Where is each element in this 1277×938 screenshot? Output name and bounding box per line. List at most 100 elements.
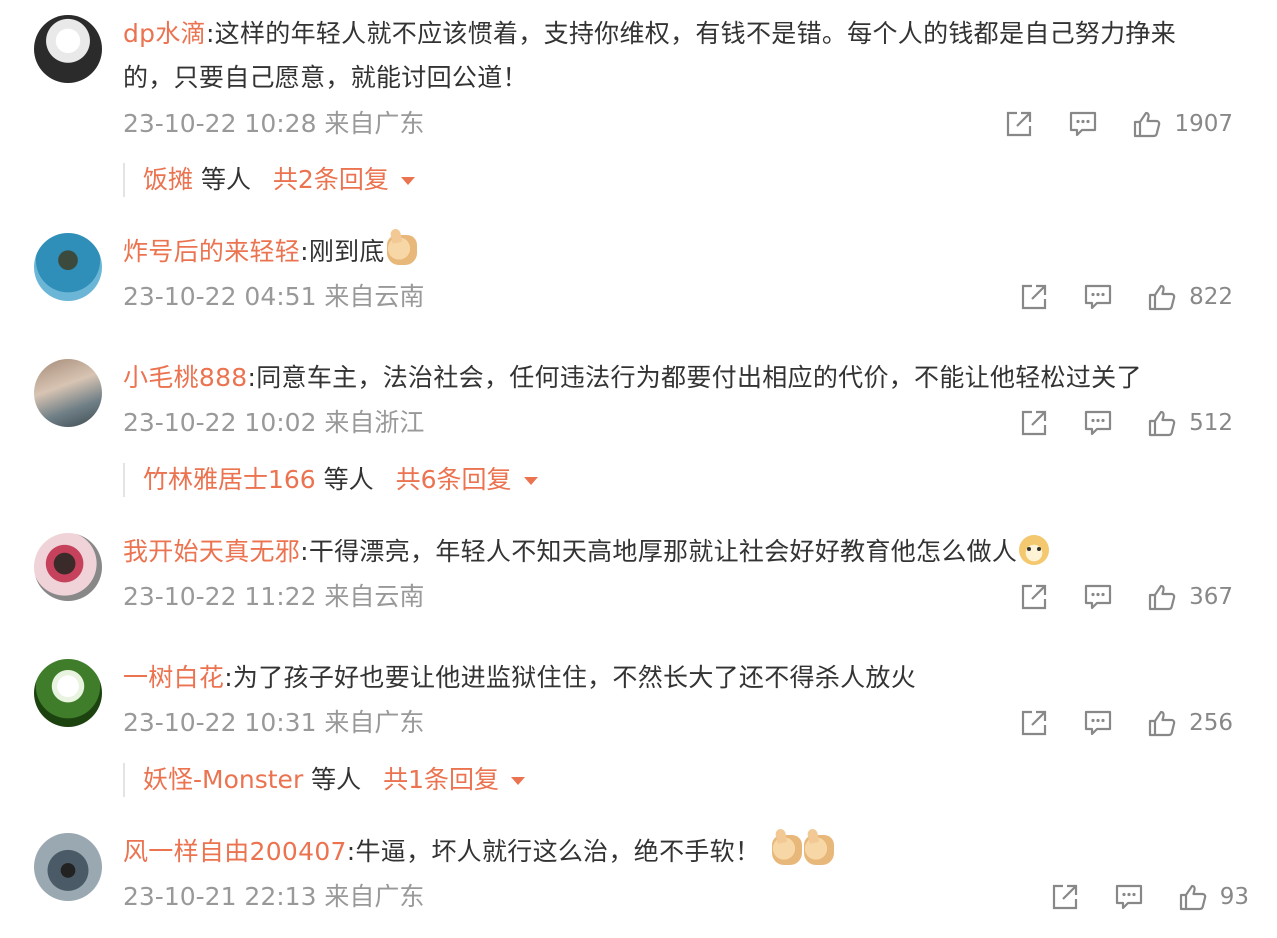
share-icon <box>1019 582 1049 612</box>
like-button[interactable]: 822 <box>1147 277 1233 317</box>
like-count: 822 <box>1189 284 1233 310</box>
share-button[interactable] <box>1019 708 1049 738</box>
comment-icon <box>1114 882 1144 912</box>
doge-emoji-icon <box>1019 535 1050 565</box>
comment-content: 我开始天真无邪:干得漂亮，年轻人不知天高地厚那就让社会好好教育他怎么做人 <box>123 530 1217 574</box>
comment-text: :刚到底 <box>300 237 385 266</box>
comment-icon <box>1083 408 1113 438</box>
like-icon <box>1132 109 1162 139</box>
reply-mid-text: 等人 <box>193 165 259 194</box>
share-button[interactable] <box>1019 582 1049 612</box>
reply-summary[interactable]: 饭摊 等人 共2条回复 <box>123 163 415 197</box>
comment-button[interactable] <box>1083 708 1113 738</box>
like-count: 1907 <box>1174 111 1233 137</box>
share-icon <box>1019 708 1049 738</box>
comment-time: 23-10-22 04:51 来自云南 <box>123 282 425 311</box>
like-count: 367 <box>1189 584 1233 610</box>
comment-username[interactable]: 炸号后的来轻轻 <box>123 237 300 266</box>
comment-time: 23-10-22 10:31 来自广东 <box>123 708 425 737</box>
comment-username[interactable]: 小毛桃888 <box>123 363 248 392</box>
like-count: 512 <box>1189 410 1233 436</box>
like-icon <box>1147 708 1177 738</box>
reply-mid-text: 等人 <box>303 765 370 794</box>
like-button[interactable]: 256 <box>1147 703 1233 743</box>
share-button[interactable] <box>1019 282 1049 312</box>
comment-content: dp水滴:这样的年轻人就不应该惯着，支持你维权，有钱不是错。每个人的钱都是自己努… <box>123 12 1217 100</box>
like-button[interactable]: 512 <box>1147 403 1233 443</box>
like-count: 93 <box>1219 884 1249 910</box>
comment-button[interactable] <box>1083 282 1113 312</box>
chevron-down-icon[interactable] <box>400 177 415 185</box>
like-icon <box>1178 882 1208 912</box>
comment-icon <box>1083 708 1113 738</box>
comment-time: 23-10-22 10:02 来自浙江 <box>123 408 425 437</box>
comment-text: :为了孩子好也要让他进监狱住住，不然长大了还不得杀人放火 <box>224 663 917 692</box>
comment-content: 风一样自由200407:牛逼，坏人就行这么治，绝不手软！ <box>123 830 1217 874</box>
comment-icon <box>1083 282 1113 312</box>
avatar[interactable] <box>34 659 102 727</box>
avatar[interactable] <box>34 233 102 301</box>
comment-icon <box>1083 582 1113 612</box>
share-icon <box>1019 282 1049 312</box>
comment-button[interactable] <box>1083 582 1113 612</box>
share-button[interactable] <box>1050 882 1080 912</box>
like-button[interactable]: 1907 <box>1132 104 1233 144</box>
thumbs-up-emoji-icon <box>386 235 417 265</box>
chevron-down-icon[interactable] <box>523 477 538 485</box>
comment-content: 一树白花:为了孩子好也要让他进监狱住住，不然长大了还不得杀人放火 <box>123 656 1217 700</box>
share-icon <box>1019 408 1049 438</box>
comment-meta: 23-10-21 22:13 来自广东 93 <box>123 877 1249 917</box>
like-count: 256 <box>1189 710 1233 736</box>
comment-button[interactable] <box>1083 408 1113 438</box>
comment-actions: 1907 <box>1004 104 1233 144</box>
comment-content: 炸号后的来轻轻:刚到底 <box>123 230 1217 274</box>
comment-meta: 23-10-22 11:22 来自云南 367 <box>123 577 1233 617</box>
comment-content: 小毛桃888:同意车主，法治社会，任何违法行为都要付出相应的代价，不能让他轻松过… <box>123 356 1217 400</box>
like-icon <box>1147 582 1177 612</box>
comment-actions: 256 <box>1019 703 1233 743</box>
comment-time: 23-10-21 22:13 来自广东 <box>123 882 425 911</box>
reply-summary[interactable]: 竹林雅居士166 等人 共6条回复 <box>123 463 538 497</box>
comment-time: 23-10-22 11:22 来自云南 <box>123 582 425 611</box>
reply-summary[interactable]: 妖怪-Monster 等人 共1条回复 <box>123 763 526 797</box>
share-button[interactable] <box>1019 408 1049 438</box>
comment-text: :干得漂亮，年轻人不知天高地厚那就让社会好好教育他怎么做人 <box>300 537 1018 566</box>
reply-total[interactable]: 共6条回复 <box>396 465 512 494</box>
comment-username[interactable]: 风一样自由200407 <box>123 837 347 866</box>
reply-username[interactable]: 竹林雅居士166 <box>143 465 316 494</box>
share-button[interactable] <box>1004 109 1034 139</box>
avatar[interactable] <box>34 533 102 601</box>
comment-username[interactable]: 我开始天真无邪 <box>123 537 300 566</box>
comment-meta: 23-10-22 10:31 来自广东 256 <box>123 703 1233 743</box>
reply-total[interactable]: 共1条回复 <box>383 765 499 794</box>
reply-total[interactable]: 共2条回复 <box>273 165 389 194</box>
comment-text: :同意车主，法治社会，任何违法行为都要付出相应的代价，不能让他轻松过关了 <box>247 363 1142 392</box>
comment-username[interactable]: 一树白花 <box>123 663 224 692</box>
comment-actions: 512 <box>1019 403 1233 443</box>
chevron-down-icon[interactable] <box>511 777 526 785</box>
comment-actions: 367 <box>1019 577 1233 617</box>
share-icon <box>1050 882 1080 912</box>
reply-mid-text: 等人 <box>315 465 382 494</box>
reply-username[interactable]: 妖怪-Monster <box>143 765 303 794</box>
comment-text: :这样的年轻人就不应该惯着，支持你维权，有钱不是错。每个人的钱都是自己努力挣来 <box>205 19 1177 48</box>
comment-meta: 23-10-22 10:28 来自广东 1907 <box>123 104 1233 144</box>
share-icon <box>1004 109 1034 139</box>
like-icon <box>1147 408 1177 438</box>
comment-text: :牛逼，坏人就行这么治，绝不手软！ <box>346 837 761 866</box>
avatar[interactable] <box>34 833 102 901</box>
comment-button[interactable] <box>1114 882 1144 912</box>
avatar[interactable] <box>34 15 102 83</box>
comment-actions: 93 <box>1050 877 1249 917</box>
like-button[interactable]: 93 <box>1178 877 1249 917</box>
like-button[interactable]: 367 <box>1147 577 1233 617</box>
thumbs-up-emoji-icon <box>772 835 803 865</box>
comment-meta: 23-10-22 10:02 来自浙江 512 <box>123 403 1233 443</box>
comment-actions: 822 <box>1019 277 1233 317</box>
like-icon <box>1147 282 1177 312</box>
comment-text: 的，只要自己愿意，就能讨回公道！ <box>123 63 528 92</box>
avatar[interactable] <box>34 359 102 427</box>
reply-username[interactable]: 饭摊 <box>143 165 193 194</box>
comment-button[interactable] <box>1068 109 1098 139</box>
comment-username[interactable]: dp水滴 <box>123 19 206 48</box>
